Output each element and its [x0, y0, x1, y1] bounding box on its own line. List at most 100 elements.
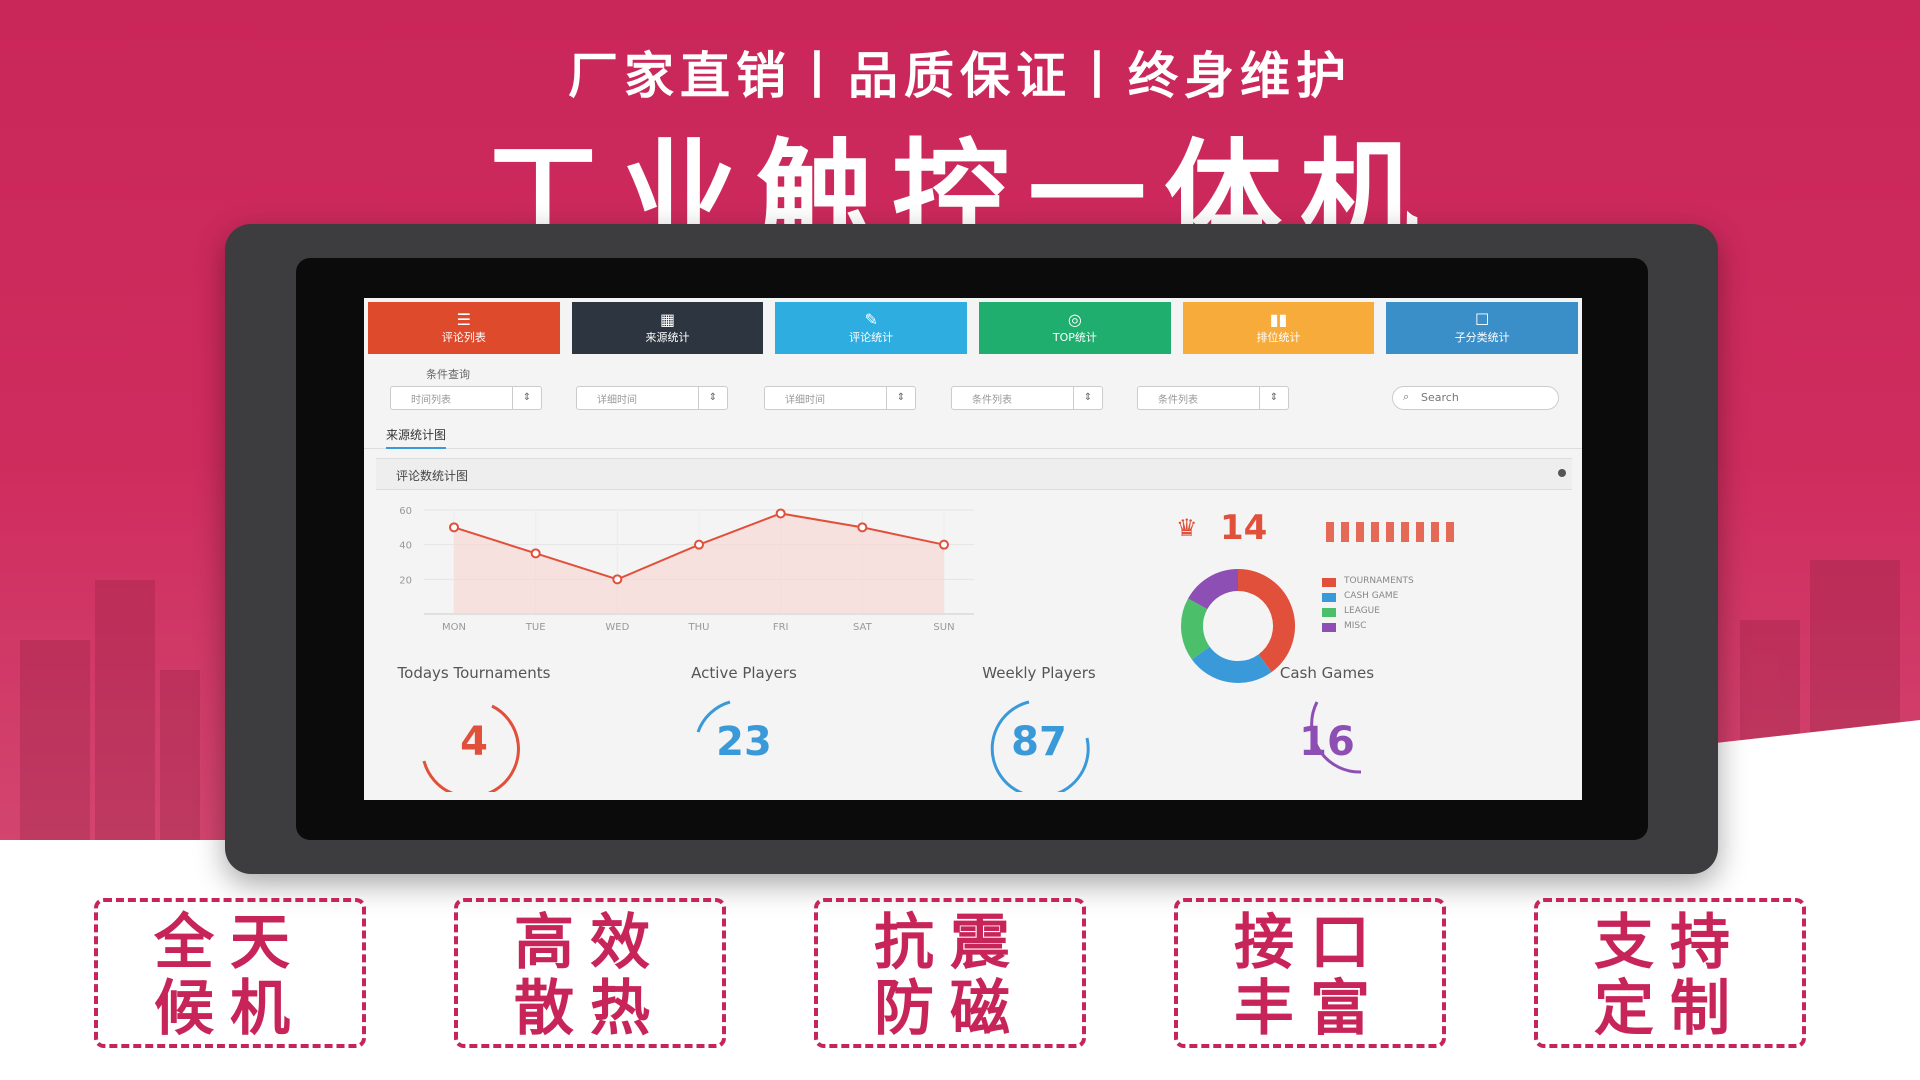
data-point — [857, 522, 868, 533]
select-value: 详细时间 — [597, 395, 637, 406]
touch-panel-device: ☰ 评论列表 ▦ 来源统计 ✎ 评论统计 ◎ TOP统计 ▮▮ 排位统计 ☐ 子… — [225, 224, 1718, 874]
y-tick-label: 60 — [399, 506, 412, 517]
y-tick-label: 40 — [399, 541, 412, 552]
donut-slice — [1181, 598, 1211, 660]
comment-line-chart: 20 40 60 MON TUE WED THU FRI SAT SUN — [399, 506, 974, 633]
chevron-updown-icon: ⇕ — [1259, 387, 1288, 409]
feature-interfaces: 接口 丰富 — [1174, 898, 1446, 1048]
nav-tile-label: 子分类统计 — [1454, 331, 1510, 344]
select-value: 详细时间 — [785, 395, 825, 406]
crown-icon: ♛ — [1176, 514, 1198, 542]
panel-options-icon[interactable] — [1558, 469, 1566, 477]
feature-line: 定制 — [1594, 974, 1746, 1044]
data-point — [775, 508, 786, 519]
nav-tile-label: 评论列表 — [441, 331, 486, 344]
chevron-updown-icon: ⇕ — [512, 387, 541, 409]
tab-source-chart[interactable]: 来源统计图 — [386, 426, 447, 449]
feature-line: 支持 — [1594, 908, 1746, 978]
square-icon: ☐ — [1475, 310, 1490, 329]
x-tick-label: THU — [688, 622, 710, 633]
stat-value: 16 — [1299, 719, 1355, 765]
nav-tile-label: 排位统计 — [1256, 331, 1301, 344]
select-value: 时间列表 — [411, 395, 451, 406]
nav-tiles: ☰ 评论列表 ▦ 来源统计 ✎ 评论统计 ◎ TOP统计 ▮▮ 排位统计 ☐ 子… — [368, 302, 1579, 354]
feature-customizable: 支持 定制 — [1534, 898, 1806, 1048]
tab-bar: 来源统计图 — [364, 422, 1582, 449]
nav-tile-top-stats[interactable]: ◎ TOP统计 — [979, 302, 1171, 354]
stat-cash-games: Cash Games 16 — [1237, 664, 1417, 794]
feature-line: 抗震 — [874, 908, 1026, 978]
filter-bar: 条件查询 时间列表 ⇕ 详细时间 ⇕ 详细时间 ⇕ 条件列表 ⇕ 条件列表 ⇕ … — [364, 364, 1582, 414]
feature-line: 丰富 — [1234, 974, 1386, 1044]
x-tick-label: FRI — [773, 622, 789, 633]
legend-label: MISC — [1344, 621, 1367, 631]
legend-swatch — [1322, 623, 1336, 632]
nav-tile-comment-stats[interactable]: ✎ 评论统计 — [775, 302, 968, 354]
feature-always-on: 全天 候机 — [94, 898, 366, 1048]
spark-bar — [1371, 522, 1379, 542]
stat-todays-tournaments: Todays Tournaments 4 — [384, 664, 564, 794]
chevron-updown-icon: ⇕ — [886, 387, 915, 409]
list-icon: ☰ — [456, 310, 471, 329]
spark-bar — [1416, 522, 1424, 542]
donut-slice — [1237, 569, 1295, 673]
x-tick-label: TUE — [525, 622, 546, 633]
search-placeholder: Search — [1421, 391, 1459, 404]
spark-bar — [1401, 522, 1409, 542]
legend-label: TOURNAMENTS — [1344, 576, 1414, 586]
feature-line: 接口 — [1234, 908, 1386, 978]
select-value: 条件列表 — [972, 395, 1012, 406]
chevron-updown-icon: ⇕ — [698, 387, 727, 409]
data-point — [612, 574, 623, 585]
spark-bar — [1356, 522, 1364, 542]
sparkline-bars — [1326, 522, 1454, 542]
legend-item: TOURNAMENTS — [1322, 576, 1522, 590]
feature-line: 散热 — [514, 974, 666, 1044]
detail-time-select-2[interactable]: 详细时间 ⇕ — [764, 386, 916, 410]
feature-line: 高效 — [514, 908, 666, 978]
nav-tile-label: 评论统计 — [849, 331, 894, 344]
time-list-select[interactable]: 时间列表 ⇕ — [390, 386, 542, 410]
spark-bar — [1386, 522, 1394, 542]
chart-panel-header: 评论数统计图 — [376, 458, 1572, 490]
spark-bar — [1446, 522, 1454, 542]
feature-line: 候机 — [154, 974, 306, 1044]
chevron-updown-icon: ⇕ — [1073, 387, 1102, 409]
data-point — [530, 548, 541, 559]
legend-label: CASH GAME — [1344, 591, 1399, 601]
rank-value: 14 — [1220, 508, 1268, 548]
nav-tile-source-stats[interactable]: ▦ 来源统计 — [571, 302, 764, 354]
device-bezel: ☰ 评论列表 ▦ 来源统计 ✎ 评论统计 ◎ TOP统计 ▮▮ 排位统计 ☐ 子… — [296, 258, 1648, 840]
nav-tile-ranking-stats[interactable]: ▮▮ 排位统计 — [1182, 302, 1375, 354]
stat-value: 23 — [716, 719, 772, 765]
legend-item: LEAGUE — [1322, 606, 1522, 620]
data-point — [449, 522, 459, 533]
legend-item: CASH GAME — [1322, 591, 1522, 605]
condition-list-select-2[interactable]: 条件列表 ⇕ — [1137, 386, 1289, 410]
feature-line: 防磁 — [874, 974, 1026, 1044]
panel-title: 评论数统计图 — [396, 469, 469, 483]
condition-list-select[interactable]: 条件列表 ⇕ — [951, 386, 1103, 410]
feature-cooling: 高效 散热 — [454, 898, 726, 1048]
stat-label: Cash Games — [1279, 664, 1375, 682]
spark-bar — [1326, 522, 1334, 542]
x-tick-label: WED — [605, 622, 629, 633]
legend-item: MISC — [1322, 621, 1522, 635]
nav-tile-comment-list[interactable]: ☰ 评论列表 — [368, 302, 560, 354]
stat-weekly-players: Weekly Players 87 — [949, 664, 1129, 794]
legend-swatch — [1322, 593, 1336, 602]
grid-icon: ▦ — [659, 310, 676, 329]
stat-value: 4 — [460, 719, 488, 765]
detail-time-select[interactable]: 详细时间 ⇕ — [576, 386, 728, 410]
spark-bar — [1431, 522, 1439, 542]
search-input[interactable]: ⌕ Search — [1392, 386, 1559, 410]
data-point — [939, 539, 949, 550]
nav-tile-subcategory-stats[interactable]: ☐ 子分类统计 — [1386, 302, 1579, 354]
y-tick-label: 20 — [399, 575, 412, 586]
stat-label: Active Players — [691, 664, 797, 682]
legend-label: LEAGUE — [1344, 606, 1380, 616]
edit-icon: ✎ — [864, 310, 878, 329]
stat-active-players: Active Players 23 — [654, 664, 834, 794]
feature-line: 全天 — [154, 908, 306, 978]
legend-swatch — [1322, 578, 1336, 587]
